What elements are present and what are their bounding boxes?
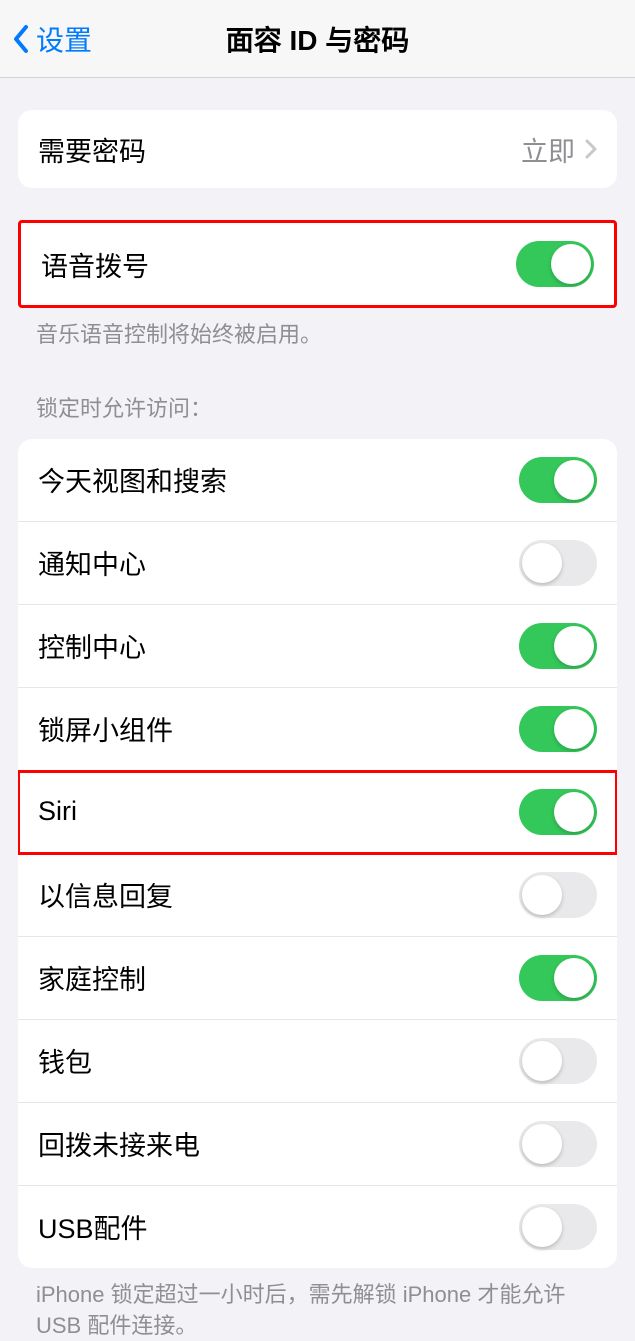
lock-access-label: 钱包 bbox=[38, 1041, 92, 1080]
toggle-knob bbox=[522, 875, 562, 915]
toggle-knob bbox=[551, 244, 591, 284]
back-button[interactable]: 设置 bbox=[0, 19, 92, 59]
lock-access-row: 回拨未接来电 bbox=[18, 1103, 617, 1186]
voice-dial-toggle[interactable] bbox=[516, 241, 594, 287]
lock-access-row: 控制中心 bbox=[18, 605, 617, 688]
lock-access-label: 以信息回复 bbox=[38, 875, 173, 914]
content: 需要密码 立即 语音拨号 音乐语音控制将始终被启用。 锁定时允许访问： 今天视图… bbox=[0, 110, 635, 1341]
lock-access-toggle[interactable] bbox=[519, 1204, 597, 1250]
lock-access-label: 今天视图和搜索 bbox=[38, 460, 227, 499]
toggle-knob bbox=[554, 958, 594, 998]
lock-access-label: 控制中心 bbox=[38, 626, 146, 665]
chevron-left-icon bbox=[12, 24, 30, 54]
require-passcode-value-text: 立即 bbox=[521, 130, 575, 169]
lock-access-header: 锁定时允许访问： bbox=[0, 351, 635, 431]
require-passcode-value: 立即 bbox=[521, 130, 597, 169]
lock-access-row: 以信息回复 bbox=[18, 854, 617, 937]
lock-access-label: Siri bbox=[38, 796, 77, 827]
lock-access-toggle[interactable] bbox=[519, 955, 597, 1001]
nav-header: 设置 面容 ID 与密码 bbox=[0, 0, 635, 78]
lock-access-row: 锁屏小组件 bbox=[18, 688, 617, 771]
require-passcode-label: 需要密码 bbox=[38, 130, 146, 169]
voice-dial-footer: 音乐语音控制将始终被启用。 bbox=[0, 308, 635, 351]
lock-access-label: 家庭控制 bbox=[38, 958, 146, 997]
passcode-group: 需要密码 立即 bbox=[18, 110, 617, 188]
voice-dial-row: 语音拨号 bbox=[21, 223, 614, 305]
lock-access-toggle[interactable] bbox=[519, 540, 597, 586]
back-label: 设置 bbox=[36, 19, 92, 59]
lock-access-label: 回拨未接来电 bbox=[38, 1124, 200, 1163]
lock-access-toggle[interactable] bbox=[519, 457, 597, 503]
lock-access-row: 今天视图和搜索 bbox=[18, 439, 617, 522]
toggle-knob bbox=[522, 543, 562, 583]
lock-access-toggle[interactable] bbox=[519, 623, 597, 669]
lock-access-row: 家庭控制 bbox=[18, 937, 617, 1020]
toggle-knob bbox=[554, 626, 594, 666]
toggle-knob bbox=[522, 1207, 562, 1247]
voice-dial-label: 语音拨号 bbox=[41, 245, 149, 284]
lock-access-label: 锁屏小组件 bbox=[38, 709, 173, 748]
lock-access-toggle[interactable] bbox=[519, 1121, 597, 1167]
toggle-knob bbox=[522, 1124, 562, 1164]
lock-access-toggle[interactable] bbox=[519, 872, 597, 918]
toggle-knob bbox=[554, 792, 594, 832]
lock-access-row: Siri bbox=[18, 771, 617, 854]
lock-access-toggle[interactable] bbox=[519, 789, 597, 835]
lock-access-toggle[interactable] bbox=[519, 1038, 597, 1084]
chevron-right-icon bbox=[585, 139, 597, 159]
toggle-knob bbox=[522, 1041, 562, 1081]
lock-access-footer: iPhone 锁定超过一小时后，需先解锁 iPhone 才能允许 USB 配件连… bbox=[0, 1268, 635, 1341]
lock-access-toggle[interactable] bbox=[519, 706, 597, 752]
voice-dial-group: 语音拨号 bbox=[18, 220, 617, 308]
toggle-knob bbox=[554, 709, 594, 749]
toggle-knob bbox=[554, 460, 594, 500]
lock-access-label: 通知中心 bbox=[38, 543, 146, 582]
lock-access-group: 今天视图和搜索通知中心控制中心锁屏小组件 Siri 以信息回复家庭控制钱包回拨未接来… bbox=[18, 439, 617, 1268]
lock-access-row: USB配件 bbox=[18, 1186, 617, 1268]
lock-access-row: 通知中心 bbox=[18, 522, 617, 605]
lock-access-label: USB配件 bbox=[38, 1207, 148, 1246]
require-passcode-row[interactable]: 需要密码 立即 bbox=[18, 110, 617, 188]
page-title: 面容 ID 与密码 bbox=[226, 19, 410, 59]
lock-access-row: 钱包 bbox=[18, 1020, 617, 1103]
